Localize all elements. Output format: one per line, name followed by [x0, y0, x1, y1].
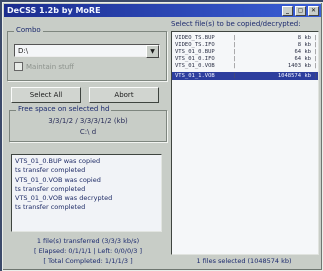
chevron-down-icon[interactable]: ▼	[146, 45, 159, 58]
log-line: ts transfer completed	[15, 166, 86, 175]
free-space-drive: C:\ d	[79, 128, 97, 136]
combo-group-label: Combo	[14, 26, 43, 34]
selection-status: 1 files selected (1048574 kb)	[196, 257, 292, 265]
maintain-checkbox-row[interactable]: Maintain stuff	[14, 62, 74, 71]
file-name: VIDEO_TS.BUP	[175, 35, 215, 41]
minimize-button[interactable]: _	[282, 6, 293, 16]
file-name: VTS_01_0.BUP	[175, 49, 215, 55]
file-list-header: Select file(s) to be copied/decrypted:	[171, 20, 301, 28]
file-name: VIDEO_TS.IFO	[175, 42, 215, 48]
drive-select[interactable]: D:\ ▼	[14, 44, 160, 58]
log-line: ts transfer completed	[15, 184, 86, 193]
title-bar[interactable]: DeCSS 1.2b by MoRE _ ▢ ✕	[4, 4, 321, 17]
select-all-button[interactable]: Select All	[11, 87, 81, 103]
file-name: VTS_01_0.VOB	[175, 63, 215, 69]
status-total: [ Total Completed: 1/1/1/3 ]	[43, 257, 133, 265]
file-size: 1048574 kb	[277, 73, 311, 79]
drive-select-value: D:\	[18, 47, 29, 55]
transfer-log[interactable]: VTS_01_0.BUP was copied ts transfer comp…	[11, 154, 162, 232]
status-elapsed: [ Elapsed: 0/1/1/1 | Left: 0/0/0/3 ]	[33, 247, 143, 255]
file-row-selected[interactable]: VTS_01_1.VOB | 1048574 kb |	[172, 72, 318, 80]
log-line: ts transfer completed	[15, 203, 86, 212]
file-row[interactable]: VIDEO_TS.IFO | 8 kb |	[172, 42, 318, 49]
maintain-checkbox-label: Maintain stuff	[26, 62, 75, 71]
file-list[interactable]: VIDEO_TS.BUP | 8 kb | VIDEO_TS.IFO | 8 k…	[171, 31, 319, 255]
file-name: VTS_01_1.VOB	[175, 73, 215, 79]
free-space-value: 3/3/1/2 / 3/3/3/1/2 (kb)	[48, 117, 128, 125]
combo-group: Combo D:\ ▼ Maintain stuff	[7, 26, 167, 81]
maintain-checkbox[interactable]	[14, 62, 23, 71]
log-line: VTS_01_0.VOB was copied	[15, 175, 101, 184]
log-line: VTS_01_0.VOB was decrypted	[15, 194, 113, 203]
status-transferred: 1 file(s) transferred (3/3/3 kb/s)	[36, 237, 140, 245]
file-row[interactable]: VIDEO_TS.BUP | 8 kb |	[172, 35, 318, 42]
file-row[interactable]: VTS_01_0.IFO | 64 kb |	[172, 56, 318, 63]
file-name: VTS_01_0.IFO	[175, 56, 215, 62]
maximize-button[interactable]: ▢	[295, 6, 306, 16]
free-space-label: Free space on selected hd	[16, 105, 112, 113]
file-size: 64 kb	[294, 49, 311, 55]
log-line: VTS_01_0.BUP was copied	[15, 157, 101, 165]
file-row[interactable]: VTS_01_0.BUP | 64 kb |	[172, 49, 318, 56]
close-button[interactable]: ✕	[308, 6, 319, 16]
free-space-group: Free space on selected hd 3/3/1/2 / 3/3/…	[9, 105, 167, 142]
window-title: DeCSS 1.2b by MoRE	[7, 6, 101, 15]
file-size: 8 kb	[297, 42, 311, 48]
file-size: 1403 kb	[287, 63, 311, 69]
file-row[interactable]: VTS_01_0.VOB | 1403 kb |	[172, 63, 318, 70]
decss-window: DeCSS 1.2b by MoRE _ ▢ ✕ Combo D:\ ▼ Mai…	[2, 2, 323, 271]
abort-button[interactable]: Abort	[89, 87, 159, 103]
file-size: 8 kb	[297, 35, 311, 41]
file-size: 64 kb	[294, 56, 311, 62]
